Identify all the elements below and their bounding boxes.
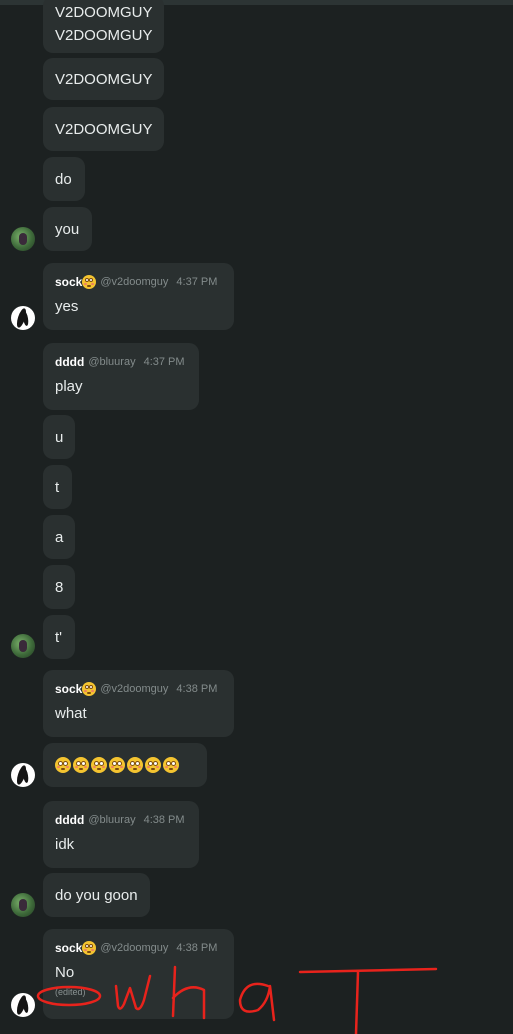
author-name[interactable]: dddd <box>55 813 84 827</box>
user-avatar[interactable] <box>11 227 35 251</box>
message-bubble: do you goon <box>43 873 150 917</box>
message-timestamp: 4:38 PM <box>176 683 218 695</box>
message-header: dddd @bluuray 4:38 PM <box>55 813 187 827</box>
message-text: you <box>55 220 80 238</box>
message-bubble: t <box>43 465 72 509</box>
message-timestamp: 4:37 PM <box>176 276 218 288</box>
flushed-emoji-icon <box>163 757 179 773</box>
message-header: dddd @bluuray 4:37 PM <box>55 355 187 369</box>
author-handle: @bluuray <box>88 356 136 368</box>
message-bubble: you <box>43 207 92 251</box>
message-text: V2DOOMGUY <box>55 4 153 21</box>
message-text: V2DOOMGUY <box>55 70 153 88</box>
message-bubble: a <box>43 515 75 559</box>
flushed-emoji-icon <box>91 757 107 773</box>
message-bubble: sock @v2doomguy 4:37 PM yes <box>43 263 234 330</box>
flushed-emoji-icon <box>82 941 97 955</box>
author-name[interactable]: dddd <box>55 355 84 369</box>
message-text: V2DOOMGUY <box>55 120 153 138</box>
letter-t-stroke <box>298 967 438 1034</box>
message-text: do you goon <box>55 886 138 904</box>
message-bubble: sock @v2doomguy 4:38 PM No (edited) <box>43 929 234 1019</box>
message-bubble: do <box>43 157 85 201</box>
user-avatar[interactable] <box>11 993 35 1017</box>
author-name[interactable]: sock <box>55 275 82 289</box>
message-header: sock @v2doomguy 4:37 PM <box>55 275 222 289</box>
author-name[interactable]: sock <box>55 682 82 696</box>
user-avatar[interactable] <box>11 893 35 917</box>
user-avatar[interactable] <box>11 634 35 658</box>
message-bubble: sock @v2doomguy 4:38 PM what <box>43 670 234 737</box>
message-header: sock @v2doomguy 4:38 PM <box>55 682 222 696</box>
edited-label: (edited) <box>55 987 86 997</box>
message-bubble: u <box>43 415 75 459</box>
message-text: t' <box>55 628 63 646</box>
message-timestamp: 4:38 PM <box>176 942 218 954</box>
message-timestamp: 4:37 PM <box>143 356 185 368</box>
author-handle: @v2doomguy <box>100 942 169 954</box>
flushed-emoji-icon <box>82 275 97 289</box>
message-text: a <box>55 528 64 546</box>
message-header: sock @v2doomguy 4:38 PM <box>55 941 222 955</box>
message-bubble: dddd @bluuray 4:38 PM idk <box>43 801 199 868</box>
message-text: V2DOOMGUY <box>55 27 153 44</box>
message-text: idk <box>55 836 75 853</box>
flushed-emoji-icon <box>109 757 125 773</box>
message-bubble: dddd @bluuray 4:37 PM play <box>43 343 199 410</box>
message-text: what <box>55 705 87 722</box>
message-bubble: V2DOOMGUY V2DOOMGUY <box>43 0 164 53</box>
message-text: t <box>55 478 60 496</box>
message-bubble: t' <box>43 615 75 659</box>
user-avatar[interactable] <box>11 306 35 330</box>
author-name[interactable]: sock <box>55 941 82 955</box>
message-bubble: 8 <box>43 565 75 609</box>
author-handle: @bluuray <box>88 814 136 826</box>
message-text: No <box>55 964 75 981</box>
author-handle: @v2doomguy <box>100 276 169 288</box>
message-text: 8 <box>55 578 64 596</box>
message-bubble <box>43 743 207 787</box>
message-text: play <box>55 378 83 395</box>
message-bubble: V2DOOMGUY <box>43 58 164 100</box>
letter-a-stroke <box>238 982 276 1022</box>
flushed-emoji-icon <box>82 682 97 696</box>
message-timestamp: 4:38 PM <box>143 814 185 826</box>
author-handle: @v2doomguy <box>100 683 169 695</box>
message-text: yes <box>55 298 79 315</box>
message-bubble: V2DOOMGUY <box>43 107 164 151</box>
emoji-row <box>55 757 179 773</box>
message-text: u <box>55 428 64 446</box>
flushed-emoji-icon <box>73 757 89 773</box>
flushed-emoji-icon <box>145 757 161 773</box>
flushed-emoji-icon <box>127 757 143 773</box>
flushed-emoji-icon <box>55 757 71 773</box>
user-avatar[interactable] <box>11 763 35 787</box>
message-text: do <box>55 170 72 188</box>
